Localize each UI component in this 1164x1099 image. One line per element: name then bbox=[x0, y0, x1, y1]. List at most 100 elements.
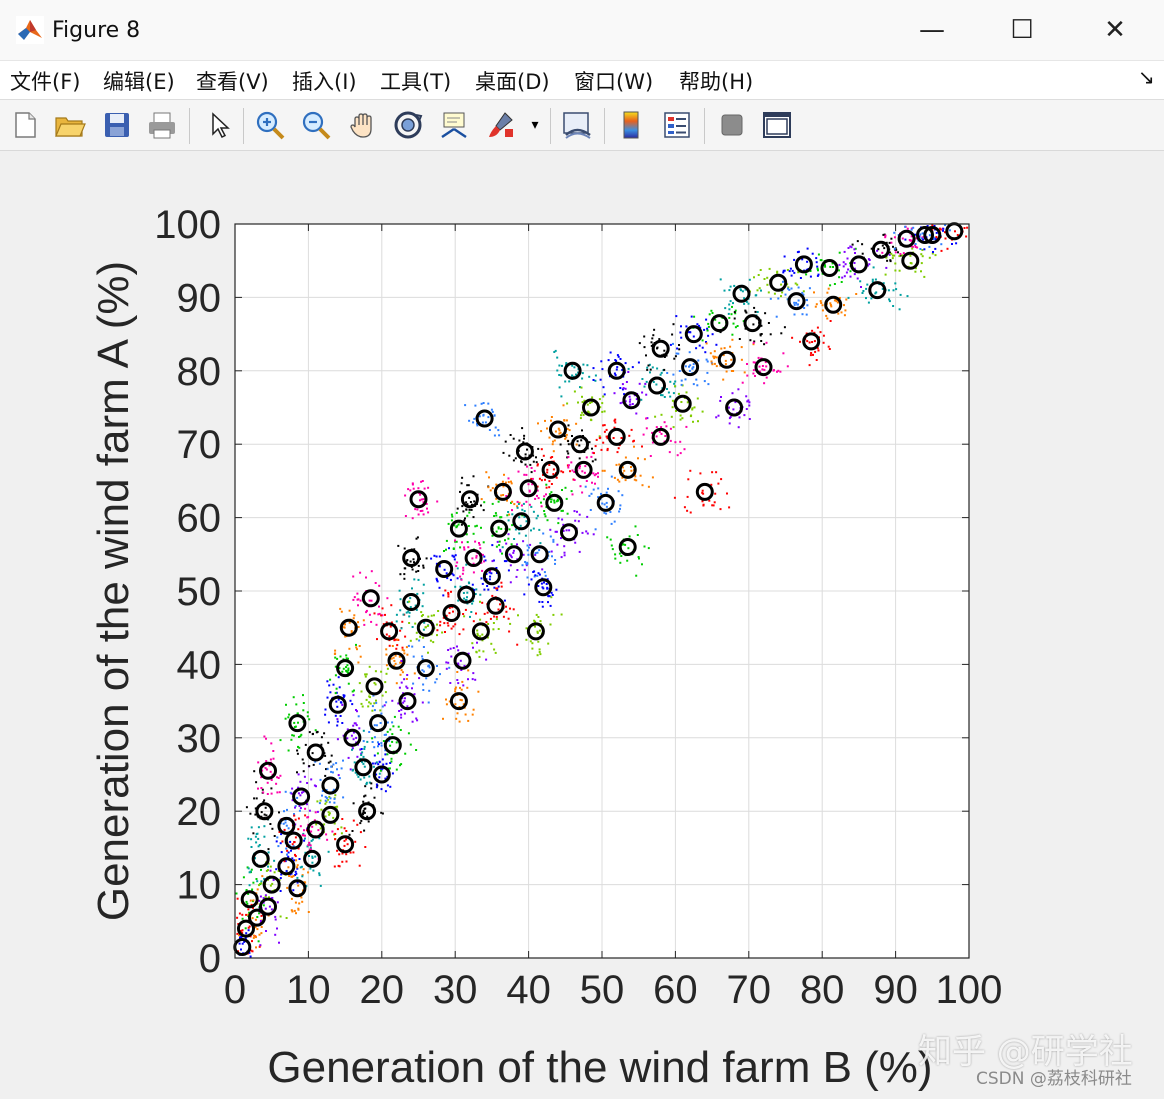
cloud-dot bbox=[298, 858, 301, 860]
cloud-dot bbox=[497, 628, 500, 630]
minimize-button[interactable]: — bbox=[887, 6, 977, 54]
pan-icon[interactable] bbox=[346, 108, 380, 142]
menu-file[interactable]: 文件(F) bbox=[10, 66, 80, 96]
cloud-dot bbox=[363, 776, 366, 779]
cloud-dot bbox=[669, 343, 672, 346]
cloud-dot bbox=[522, 540, 525, 543]
cloud-dot bbox=[575, 422, 578, 425]
cloud-dot bbox=[394, 654, 397, 657]
brush-dropdown-icon[interactable]: ▾ bbox=[527, 108, 543, 142]
cloud-dot bbox=[532, 571, 535, 573]
cloud-dot bbox=[304, 743, 307, 746]
cloud-dot bbox=[491, 594, 494, 597]
cloud-dot bbox=[290, 897, 293, 900]
menu-desktop[interactable]: 桌面(D) bbox=[475, 66, 550, 96]
cloud-dot bbox=[555, 588, 558, 591]
cloud-dot bbox=[375, 699, 377, 702]
pointer-icon[interactable] bbox=[202, 108, 236, 142]
cloud-dot bbox=[386, 667, 389, 670]
cloud-dot bbox=[598, 398, 601, 401]
cloud-dot bbox=[765, 341, 768, 344]
menu-insert[interactable]: 插入(I) bbox=[292, 66, 357, 96]
cloud-dot bbox=[411, 626, 414, 628]
cloud-dot bbox=[263, 825, 266, 828]
show-plot-tools-icon[interactable] bbox=[760, 108, 794, 142]
cloud-dot bbox=[697, 359, 700, 362]
cloud-dot bbox=[405, 646, 408, 649]
menu-tools[interactable]: 工具(T) bbox=[380, 66, 451, 96]
x-tick-label: 40 bbox=[506, 968, 551, 1012]
menu-view[interactable]: 查看(V) bbox=[196, 66, 269, 96]
hide-plot-tools-icon[interactable] bbox=[715, 108, 749, 142]
cloud-dot bbox=[476, 632, 479, 635]
cloud-dot bbox=[535, 461, 538, 464]
cloud-dot bbox=[498, 434, 501, 437]
cloud-dot bbox=[454, 690, 457, 693]
zoom-out-icon[interactable] bbox=[299, 108, 333, 142]
menu-edit[interactable]: 编辑(E) bbox=[103, 66, 175, 96]
cloud-dot bbox=[491, 544, 494, 547]
cloud-dot bbox=[330, 754, 333, 757]
maximize-button[interactable]: ☐ bbox=[977, 6, 1067, 54]
cloud-dot bbox=[403, 652, 406, 655]
cloud-dot bbox=[508, 553, 511, 556]
cloud-dot bbox=[493, 648, 496, 651]
cloud-dot bbox=[511, 509, 513, 512]
cloud-dot bbox=[436, 634, 438, 637]
legend-icon[interactable] bbox=[660, 108, 694, 142]
cloud-dot bbox=[357, 621, 359, 624]
zoom-in-icon[interactable] bbox=[253, 108, 287, 142]
cloud-dot bbox=[311, 825, 314, 828]
cloud-dot bbox=[539, 542, 542, 545]
cloud-dot bbox=[773, 369, 775, 372]
open-icon[interactable] bbox=[53, 108, 87, 142]
close-button[interactable]: ✕ bbox=[1070, 6, 1160, 54]
print-icon[interactable] bbox=[145, 108, 179, 142]
cloud-dot bbox=[633, 478, 636, 481]
cloud-dot bbox=[592, 488, 595, 491]
cloud-dot bbox=[707, 334, 710, 337]
cloud-dot bbox=[556, 498, 559, 501]
cloud-dot bbox=[614, 553, 617, 556]
colorbar-icon[interactable] bbox=[614, 108, 648, 142]
cloud-dot bbox=[753, 276, 755, 279]
cloud-dot bbox=[389, 785, 392, 788]
cloud-dot bbox=[306, 715, 309, 718]
cloud-dot bbox=[467, 525, 470, 527]
cloud-dot bbox=[349, 699, 352, 702]
cloud-dot bbox=[755, 294, 758, 297]
cloud-dot bbox=[390, 604, 393, 607]
cloud-dot bbox=[454, 703, 457, 706]
cloud-dot bbox=[701, 339, 704, 342]
cloud-dot bbox=[542, 587, 545, 590]
brush-icon[interactable] bbox=[484, 108, 518, 142]
save-icon[interactable] bbox=[100, 108, 134, 142]
cloud-dot bbox=[779, 370, 782, 373]
cloud-dot bbox=[359, 655, 362, 658]
dock-icon[interactable]: ↘ bbox=[1138, 65, 1155, 89]
cloud-dot bbox=[920, 262, 923, 265]
cloud-dot bbox=[245, 900, 248, 903]
rotate-3d-icon[interactable] bbox=[391, 108, 425, 142]
cloud-dot bbox=[799, 340, 801, 343]
cloud-dot bbox=[921, 255, 924, 258]
data-cursor-icon[interactable] bbox=[437, 108, 471, 142]
menu-help[interactable]: 帮助(H) bbox=[679, 66, 753, 96]
menu-window[interactable]: 窗口(W) bbox=[574, 66, 653, 96]
cloud-dot bbox=[629, 398, 632, 401]
link-plot-icon[interactable] bbox=[560, 108, 594, 142]
cloud-dot bbox=[446, 622, 449, 625]
cloud-dot bbox=[263, 835, 266, 838]
cloud-dot bbox=[482, 402, 485, 404]
cloud-dot bbox=[497, 585, 500, 588]
new-figure-icon[interactable] bbox=[8, 108, 42, 142]
cloud-dot bbox=[280, 851, 283, 854]
cloud-dot bbox=[479, 547, 482, 550]
cloud-dot bbox=[287, 866, 290, 869]
cloud-dot bbox=[529, 640, 532, 643]
cloud-dot bbox=[381, 758, 384, 761]
cloud-dot bbox=[557, 517, 560, 520]
cloud-dot bbox=[375, 701, 378, 704]
cloud-dot bbox=[510, 482, 513, 485]
cloud-dot bbox=[910, 228, 913, 231]
